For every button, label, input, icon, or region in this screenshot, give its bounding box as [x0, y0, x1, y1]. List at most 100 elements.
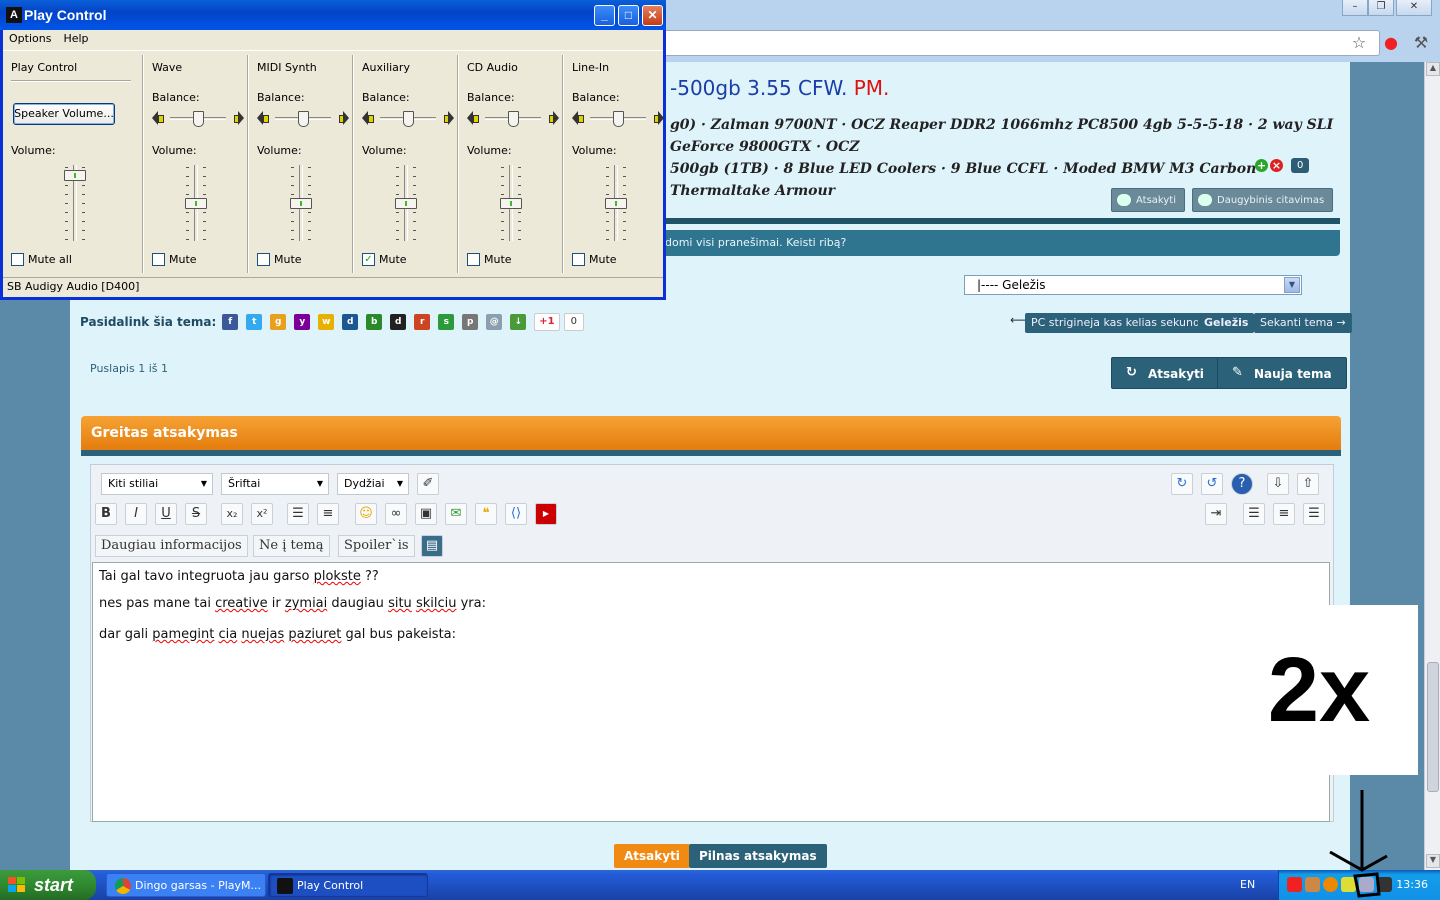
volume-slider[interactable] — [386, 165, 426, 241]
page-scrollbar[interactable]: ▲ ▼ — [1424, 62, 1440, 870]
twitter-icon[interactable]: t — [246, 314, 263, 330]
current-forum-link[interactable]: Geležis — [1198, 313, 1255, 333]
tray-app-icon[interactable] — [1305, 877, 1320, 892]
mute-all-checkbox[interactable]: Mute all — [11, 253, 72, 267]
balance-thumb[interactable] — [403, 111, 414, 127]
youtube-icon[interactable]: ▶ — [535, 503, 557, 525]
rate-down-icon[interactable]: × — [1270, 159, 1283, 172]
scroll-up-icon[interactable]: ▲ — [1426, 62, 1440, 76]
reply-textarea[interactable]: Tai gal tavo integruota jau garso plokst… — [92, 562, 1330, 822]
delicious-icon[interactable]: d — [390, 314, 407, 330]
reddit-icon[interactable]: r — [414, 314, 431, 330]
volume-slider[interactable] — [281, 165, 321, 241]
undo-icon[interactable]: ↺ — [1201, 473, 1223, 495]
notice-bar[interactable]: domi visi pranešimai. Keisti ribą? — [590, 230, 1340, 256]
yahoo-icon[interactable]: y — [294, 314, 311, 330]
balance-slider[interactable] — [257, 111, 349, 127]
volume-thumb[interactable] — [64, 170, 86, 181]
buzz-icon[interactable]: b — [366, 314, 383, 330]
forum-jump-select[interactable]: |---- Geležis ▼ — [964, 275, 1302, 295]
download-icon[interactable]: ↓ — [510, 314, 527, 330]
menu-help[interactable]: Help — [63, 32, 88, 45]
spoiler-tag-button[interactable]: Spoiler`is — [338, 535, 415, 557]
browser-close-button[interactable]: ✕ — [1396, 0, 1432, 16]
rate-up-icon[interactable]: + — [1255, 159, 1268, 172]
next-topic-link[interactable]: Sekanti tema → — [1254, 313, 1352, 333]
close-button[interactable]: ✕ — [642, 5, 663, 26]
redo-icon[interactable]: ↻ — [1171, 473, 1193, 495]
bold-icon[interactable]: B — [95, 503, 117, 525]
align-center-icon[interactable]: ≡ — [1273, 503, 1295, 525]
balance-slider[interactable] — [362, 111, 454, 127]
email-link-icon[interactable]: ✉ — [445, 503, 467, 525]
align-left-icon[interactable]: ☰ — [1243, 503, 1265, 525]
volume-thumb[interactable] — [605, 198, 627, 209]
code-icon[interactable]: ⟨⟩ — [505, 503, 527, 525]
tray-app-icon[interactable] — [1287, 877, 1302, 892]
balance-slider[interactable] — [152, 111, 244, 127]
align-right-icon[interactable]: ☰ — [1303, 503, 1325, 525]
new-topic-button[interactable]: ✎ Nauja tema — [1217, 357, 1347, 389]
smiley-icon[interactable]: ☺ — [355, 503, 377, 525]
minimize-button[interactable]: _ — [594, 5, 615, 26]
volume-slider[interactable] — [176, 165, 216, 241]
scroll-thumb[interactable] — [1427, 662, 1439, 792]
facebook-icon[interactable]: f — [222, 314, 239, 330]
style-select[interactable]: Kiti stiliai ▼ — [101, 473, 213, 495]
mute-checkbox[interactable]: Mute — [257, 253, 302, 267]
address-bar[interactable] — [640, 30, 1380, 56]
menu-options[interactable]: Options — [9, 32, 51, 45]
volume-thumb[interactable] — [290, 198, 312, 209]
balance-thumb[interactable] — [193, 111, 204, 127]
google-plus-button[interactable]: +1 — [534, 313, 560, 331]
balance-thumb[interactable] — [298, 111, 309, 127]
balance-slider[interactable] — [572, 111, 664, 127]
balance-thumb[interactable] — [613, 111, 624, 127]
link-icon[interactable]: ∞ — [385, 503, 407, 525]
balance-slider[interactable] — [467, 111, 559, 127]
balance-thumb[interactable] — [508, 111, 519, 127]
remove-format-icon[interactable]: ✐ — [417, 473, 439, 495]
underline-icon[interactable]: U — [155, 503, 177, 525]
volume-thumb[interactable] — [500, 198, 522, 209]
reply-button[interactable]: ↻ Atsakyti — [1111, 357, 1219, 389]
language-indicator[interactable]: EN — [1240, 870, 1255, 900]
stumbleupon-icon[interactable]: s — [438, 314, 455, 330]
numbered-list-icon[interactable]: ≡ — [317, 503, 339, 525]
mute-checkbox[interactable]: Mute — [467, 253, 512, 267]
print-icon[interactable]: p — [462, 314, 479, 330]
quote-icon[interactable]: ❝ — [475, 503, 497, 525]
volume-slider[interactable] — [491, 165, 531, 241]
mute-checkbox[interactable]: Mute — [572, 253, 617, 267]
subscript-icon[interactable]: x₂ — [221, 503, 243, 525]
mute-checkbox[interactable]: Mute — [152, 253, 197, 267]
start-button[interactable]: start — [0, 870, 96, 900]
paste-icon[interactable]: ⇩ — [1267, 473, 1289, 495]
play-control-titlebar[interactable]: A Play Control _ □ ✕ — [0, 0, 666, 30]
volume-thumb[interactable] — [395, 198, 417, 209]
master-volume-slider[interactable] — [55, 165, 95, 241]
help-icon[interactable]: ? — [1231, 473, 1253, 495]
google-icon[interactable]: g — [270, 314, 287, 330]
size-select[interactable]: Dydžiai ▼ — [337, 473, 409, 495]
speaker-volume-button[interactable]: Speaker Volume... — [13, 103, 115, 125]
scroll-down-icon[interactable]: ▼ — [1426, 854, 1440, 868]
off-topic-tag-button[interactable]: Ne į temą — [253, 535, 330, 557]
custom-tag-icon[interactable]: ▤ — [421, 535, 443, 557]
multiquote-button[interactable]: Daugybinis citavimas — [1192, 188, 1334, 212]
bullet-list-icon[interactable]: ☰ — [287, 503, 309, 525]
email-icon[interactable]: @ — [486, 314, 503, 330]
windows-live-icon[interactable]: w — [318, 314, 335, 330]
italic-icon[interactable]: I — [125, 503, 147, 525]
bookmark-star-icon[interactable]: ☆ — [1348, 32, 1370, 54]
image-icon[interactable]: ▣ — [415, 503, 437, 525]
taskbar-item-play-control[interactable]: Play Control — [268, 873, 428, 897]
volume-slider[interactable] — [596, 165, 636, 241]
previous-topic-link[interactable]: PC strigineja kas kelias sekundes — [1025, 313, 1219, 333]
post-reply-button[interactable]: Atsakyti — [1111, 188, 1185, 212]
strikethrough-icon[interactable]: S — [185, 503, 207, 525]
superscript-icon[interactable]: x² — [251, 503, 273, 525]
mute-checkbox[interactable]: ✓ Mute — [362, 253, 407, 267]
wrench-icon[interactable]: ⚒ — [1410, 32, 1432, 54]
copy-icon[interactable]: ⇧ — [1297, 473, 1319, 495]
